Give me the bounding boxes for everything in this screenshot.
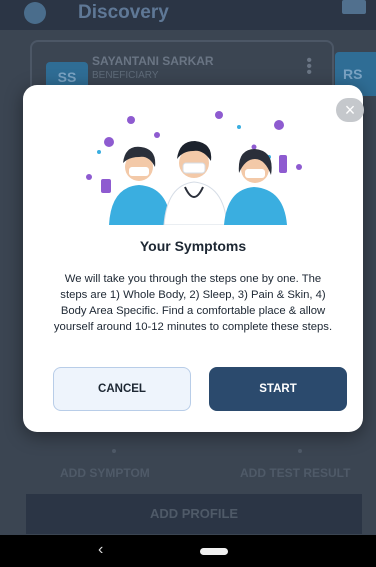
doctor-right-figure (224, 149, 287, 225)
symptoms-dialog: × Your Symptoms We will take you through… (23, 85, 364, 432)
system-nav-bar: ‹ (0, 535, 376, 567)
doctor-center-figure (163, 141, 228, 225)
app-title: Discovery (78, 2, 169, 23)
dialog-body: We will take you through the steps one b… (53, 273, 333, 333)
start-button[interactable]: START (209, 367, 347, 411)
close-icon[interactable]: × (336, 98, 364, 122)
add-symptom-button[interactable]: ADD SYMPTOM (60, 466, 150, 480)
app-header: Discovery (0, 0, 376, 30)
more-options-icon[interactable]: • • • (306, 53, 312, 81)
add-symptom-icon (112, 449, 116, 453)
add-test-result-button[interactable]: ADD TEST RESULT (240, 466, 350, 480)
menu-icon[interactable] (342, 0, 366, 14)
doctors-illustration (86, 111, 302, 225)
add-profile-button[interactable]: ADD PROFILE (26, 494, 362, 534)
profile-role: BENEFICIARY (92, 70, 159, 81)
home-icon[interactable] (200, 548, 228, 555)
cancel-button[interactable]: CANCEL (53, 367, 191, 411)
profile-name: SAYANTANI SARKAR (92, 54, 214, 68)
dialog-title: Your Symptoms (139, 238, 247, 254)
add-test-result-icon (298, 449, 302, 453)
back-icon[interactable]: ‹ (98, 541, 103, 559)
app-logo-icon (24, 2, 46, 24)
doctor-left-figure (101, 146, 171, 225)
